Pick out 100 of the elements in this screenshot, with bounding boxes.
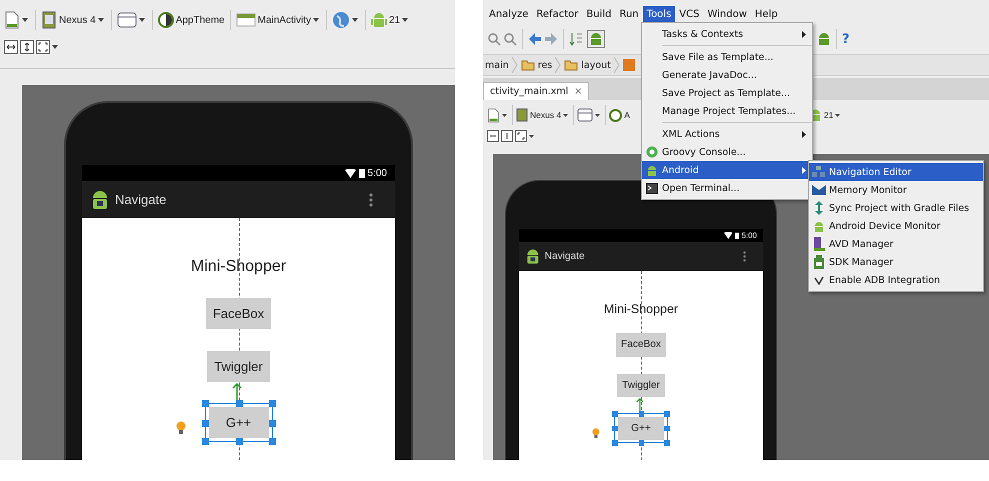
menu-bar-item[interactable]: Analyze: [485, 6, 532, 22]
menu-item[interactable]: Save File as Template...: [642, 48, 812, 66]
menu-item[interactable]: XML Actions: [642, 125, 812, 143]
editor-tab[interactable]: ctivity_main.xml ×: [483, 82, 590, 100]
android-icon[interactable]: [587, 30, 605, 48]
terminal-icon: [646, 182, 658, 194]
app-button[interactable]: G++: [208, 407, 268, 438]
selection-frame[interactable]: G++: [202, 400, 276, 445]
resize-handle[interactable]: [638, 440, 644, 446]
breadcrumb-item[interactable]: main: [485, 60, 509, 70]
menu-item[interactable]: Enable ADB Integration: [809, 271, 983, 289]
theme-dropdown[interactable]: A: [624, 110, 630, 120]
zoom-height-icon[interactable]: [501, 130, 513, 142]
api-level-dropdown[interactable]: 21: [824, 110, 834, 120]
resize-handle[interactable]: [664, 411, 670, 417]
resize-handle[interactable]: [202, 438, 208, 445]
caret-icon[interactable]: [138, 18, 145, 22]
device-dropdown[interactable]: Nexus 4: [59, 14, 96, 26]
caret-icon[interactable]: [22, 18, 28, 22]
menu-bar-item[interactable]: Tools: [642, 6, 676, 22]
resize-handle[interactable]: [638, 411, 644, 417]
sort-icon[interactable]: [569, 32, 583, 46]
resize-handle[interactable]: [612, 426, 618, 432]
navigation-icon: [812, 166, 826, 178]
zoom-height-icon[interactable]: [20, 40, 34, 54]
resize-handle[interactable]: [664, 426, 670, 432]
new-layout-icon[interactable]: [4, 11, 20, 29]
menu-item[interactable]: SDK Manager: [809, 253, 983, 271]
app-button[interactable]: Twiggler: [207, 351, 270, 382]
caret-icon[interactable]: [563, 114, 568, 116]
caret-icon[interactable]: [502, 114, 507, 116]
resize-handle[interactable]: [202, 400, 208, 407]
device-dropdown[interactable]: Nexus 4: [530, 110, 562, 120]
zoom-fit-icon[interactable]: [36, 40, 50, 54]
resize-handle[interactable]: [612, 411, 618, 417]
caret-icon[interactable]: [98, 18, 104, 22]
caret-icon[interactable]: [312, 18, 319, 22]
menu-bar-item[interactable]: Window: [703, 6, 751, 22]
menu-item[interactable]: Groovy Console...: [642, 143, 812, 161]
menu-bar-item[interactable]: Help: [750, 6, 782, 22]
overflow-menu-icon[interactable]: [369, 192, 373, 206]
breadcrumb-item[interactable]: res: [538, 60, 552, 70]
wifi-icon: [344, 168, 356, 178]
app-button[interactable]: FaceBox: [206, 298, 272, 329]
caret-icon[interactable]: [52, 45, 58, 49]
app-button[interactable]: FaceBox: [616, 333, 666, 356]
help-button[interactable]: ?: [842, 32, 850, 46]
breadcrumb-item[interactable]: layout: [581, 60, 611, 70]
theme-dropdown[interactable]: AppTheme: [176, 14, 225, 26]
close-tab-button[interactable]: ×: [574, 86, 582, 97]
selection-frame[interactable]: G++: [612, 411, 670, 446]
menu-item[interactable]: Android Device Monitor: [809, 217, 983, 235]
menu-item[interactable]: Sync Project with Gradle Files: [809, 199, 983, 217]
menu-item[interactable]: AVD Manager: [809, 235, 983, 253]
caret-icon[interactable]: [595, 114, 600, 116]
app-button[interactable]: G++: [618, 416, 664, 440]
orientation-icon[interactable]: [116, 11, 137, 29]
back-arrow-icon[interactable]: [528, 32, 542, 46]
new-layout-icon[interactable]: [487, 108, 500, 122]
submenu-arrow-icon: [802, 166, 806, 174]
api-level-dropdown[interactable]: 21: [388, 14, 400, 26]
zoom-fit-icon[interactable]: [515, 130, 527, 142]
caret-icon[interactable]: [402, 18, 408, 22]
android-icon[interactable]: [817, 31, 831, 47]
menu-item[interactable]: Tasks & Contexts: [642, 25, 812, 43]
android-icon: [370, 11, 387, 29]
android-icon: [646, 164, 658, 176]
menu-item[interactable]: Open Terminal...: [642, 179, 812, 197]
menu-bar-item[interactable]: VCS: [675, 6, 704, 22]
zoom-out-icon[interactable]: [503, 32, 517, 46]
monitor-icon: [812, 184, 826, 196]
resize-handle[interactable]: [268, 400, 276, 407]
resize-handle[interactable]: [236, 400, 242, 407]
lightbulb-icon[interactable]: [176, 421, 186, 435]
menu-item[interactable]: Generate JavaDoc...: [642, 66, 812, 84]
resize-handle[interactable]: [664, 440, 670, 446]
resize-handle[interactable]: [612, 440, 618, 446]
lightbulb-icon[interactable]: [592, 428, 600, 438]
resize-handle[interactable]: [202, 420, 208, 426]
resize-handle[interactable]: [236, 438, 242, 445]
orientation-icon[interactable]: [577, 108, 594, 122]
groovy-icon: [646, 146, 658, 158]
menu-item[interactable]: Memory Monitor: [809, 181, 983, 199]
zoom-width-icon[interactable]: [487, 130, 499, 142]
zoom-in-icon[interactable]: [487, 32, 501, 46]
resize-handle[interactable]: [268, 438, 276, 445]
zoom-width-icon[interactable]: [4, 40, 18, 54]
menu-bar-item[interactable]: Build: [582, 6, 616, 22]
caret-icon[interactable]: [529, 134, 534, 138]
menu-item[interactable]: Save Project as Template...: [642, 84, 812, 102]
caret-icon[interactable]: [835, 114, 840, 116]
activity-dropdown[interactable]: MainActivity: [258, 14, 311, 26]
menu-item[interactable]: Manage Project Templates...: [642, 102, 812, 120]
chevron-icon: [512, 57, 518, 73]
overflow-menu-icon[interactable]: [742, 250, 746, 262]
menu-bar-item[interactable]: Run: [615, 6, 643, 22]
caret-icon[interactable]: [352, 18, 358, 22]
menu-item[interactable]: Navigation Editor: [809, 163, 983, 181]
app-button[interactable]: Twiggler: [616, 374, 666, 398]
menu-bar-item[interactable]: Refactor: [532, 6, 582, 22]
